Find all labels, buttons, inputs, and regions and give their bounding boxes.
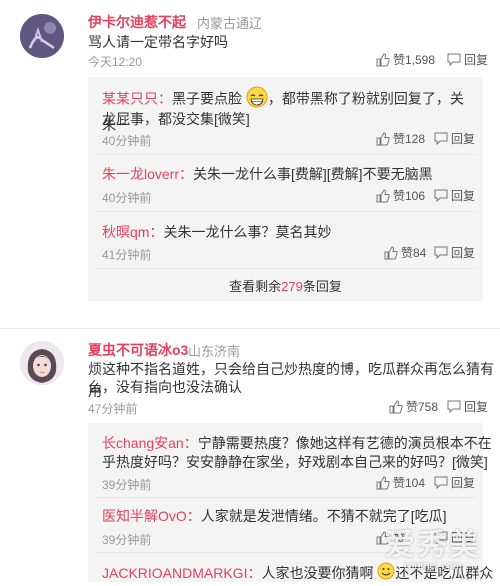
- comment-divider: [0, 328, 500, 329]
- reply-item: 秋暝qm：关朱一龙什么事？莫名其妙: [102, 221, 331, 243]
- reply-time: 39分钟前: [102, 533, 152, 547]
- comment-time: 47分钟前: [88, 402, 138, 416]
- like-button[interactable]: 赞1,598: [376, 51, 435, 68]
- reply-icon: [434, 476, 448, 489]
- comment-location: 内蒙古通辽: [197, 16, 263, 31]
- reply-text: 关朱一龙什么事[费解][费解]不要无脑黑: [193, 166, 433, 182]
- reply-icon: [434, 189, 448, 202]
- reply-time: 40分钟前: [102, 134, 152, 148]
- reply-item: 朱一龙loverr：关朱一龙什么事[费解][费解]不要无脑黑: [102, 163, 433, 185]
- comment-time: 今天12:20: [88, 55, 143, 69]
- reply-username[interactable]: 秋暝qm：: [102, 224, 163, 240]
- thumbs-up-icon: [376, 475, 390, 489]
- watermark-text: 爱秀美: [385, 529, 481, 562]
- more-count: 279: [281, 279, 303, 294]
- reply-button[interactable]: 回复: [434, 474, 475, 491]
- thumbs-up-icon: [376, 52, 390, 66]
- reply-username[interactable]: JACKRIOANDMARKGI：: [102, 565, 261, 581]
- comment-text: 骂人请一定带名字好吗: [88, 34, 228, 50]
- reply-button[interactable]: 回复: [447, 398, 488, 415]
- reply-text: 关朱一龙什么事？莫名其妙: [163, 224, 332, 240]
- reply-text: 人家也没要你猜啊: [261, 565, 374, 581]
- reply-icon: [447, 53, 461, 66]
- reply-time: 40分钟前: [102, 191, 152, 205]
- comment-username[interactable]: 夏虫不可语冰o3: [88, 340, 188, 360]
- reply-button[interactable]: 回复: [434, 187, 475, 204]
- like-count: 赞1,598: [393, 53, 436, 67]
- reply-username[interactable]: 某某只只：: [102, 91, 172, 107]
- reply-button[interactable]: 回复: [447, 51, 488, 68]
- reply-text: 黑子要点脸: [172, 90, 242, 107]
- view-more-replies[interactable]: 查看剩余279条回复: [88, 276, 483, 295]
- reply-text: 龙屁事，都没交集[微笑]: [102, 111, 250, 127]
- like-button[interactable]: 赞106: [376, 187, 425, 204]
- like-button[interactable]: 赞104: [376, 474, 425, 491]
- divider: [96, 268, 476, 269]
- thumbs-up-icon: [389, 399, 403, 413]
- reply-username[interactable]: 长chang安an：: [102, 435, 198, 451]
- avatar[interactable]: [20, 341, 64, 385]
- reply-time: 39分钟前: [102, 478, 152, 492]
- reply-icon: [434, 246, 448, 259]
- reply-icon: [434, 132, 448, 145]
- reply-time: 41分钟前: [102, 248, 152, 262]
- reply-text: 宁静需要热度？像她这样有艺德的演员根本不在: [197, 435, 492, 451]
- like-button[interactable]: 赞84: [384, 244, 426, 261]
- reply-text: 乎热度好吗？安安静静在家坐，好戏剧本自己来的好吗？[微笑]: [102, 454, 488, 470]
- reply-username[interactable]: 朱一龙loverr：: [102, 166, 193, 182]
- like-button[interactable]: 赞128: [376, 130, 425, 147]
- reply-icon: [447, 400, 461, 413]
- like-count: 赞758: [406, 400, 439, 414]
- divider: [96, 497, 476, 498]
- like-button[interactable]: 赞758: [389, 398, 438, 415]
- divider: [96, 211, 476, 212]
- thumbs-up-icon: [376, 188, 390, 202]
- comment-text: 么，没有指向也没法确认: [88, 379, 242, 395]
- avatar-image: [20, 14, 64, 58]
- reply-button[interactable]: 回复: [434, 244, 475, 261]
- comment-username[interactable]: 伊卡尔迪惹不起: [88, 12, 186, 32]
- reply-button[interactable]: 回复: [434, 130, 475, 147]
- divider: [96, 154, 476, 155]
- watermark: 爱秀美 ixiumei.com: [370, 520, 496, 572]
- avatar-image: [20, 341, 64, 385]
- thumbs-up-icon: [384, 245, 398, 259]
- reply-username[interactable]: 医知半解OvO：: [102, 508, 201, 524]
- avatar[interactable]: [20, 14, 64, 58]
- thumbs-up-icon: [376, 131, 390, 145]
